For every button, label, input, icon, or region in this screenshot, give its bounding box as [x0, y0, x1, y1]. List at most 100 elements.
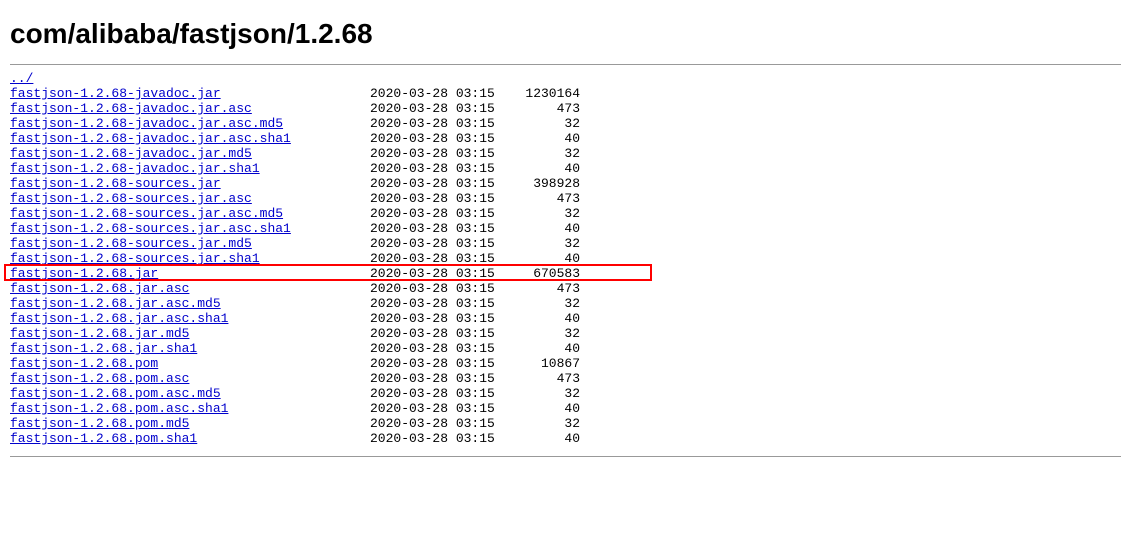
file-link[interactable]: fastjson-1.2.68.pom [10, 356, 158, 371]
file-date: 2020-03-28 03:15 [370, 311, 510, 326]
file-date: 2020-03-28 03:15 [370, 281, 510, 296]
page-title: com/alibaba/fastjson/1.2.68 [10, 18, 1121, 50]
list-item: fastjson-1.2.68-sources.jar 2020-03-28 03… [10, 176, 1121, 191]
file-date: 2020-03-28 03:15 [370, 116, 510, 131]
list-item: fastjson-1.2.68.pom 2020-03-28 03:1510867 [10, 356, 1121, 371]
file-link[interactable]: fastjson-1.2.68.pom.asc.md5 [10, 386, 221, 401]
file-date: 2020-03-28 03:15 [370, 401, 510, 416]
file-size: 32 [510, 386, 580, 401]
list-item: fastjson-1.2.68-javadoc.jar.sha1 2020-03-… [10, 161, 1121, 176]
file-link[interactable]: fastjson-1.2.68-sources.jar.asc.sha1 [10, 221, 291, 236]
file-date: 2020-03-28 03:15 [370, 86, 510, 101]
file-date: 2020-03-28 03:15 [370, 296, 510, 311]
file-size: 40 [510, 431, 580, 446]
list-item: fastjson-1.2.68.jar.asc.md5 2020-03-28 03… [10, 296, 1121, 311]
file-link[interactable]: fastjson-1.2.68-javadoc.jar.asc.sha1 [10, 131, 291, 146]
file-link[interactable]: fastjson-1.2.68-javadoc.jar.asc.md5 [10, 116, 283, 131]
list-item: fastjson-1.2.68-javadoc.jar.md5 2020-03-2… [10, 146, 1121, 161]
file-date: 2020-03-28 03:15 [370, 206, 510, 221]
list-item: fastjson-1.2.68-javadoc.jar.asc.sha1 2020… [10, 131, 1121, 146]
file-size: 473 [510, 191, 580, 206]
file-size: 32 [510, 296, 580, 311]
file-date: 2020-03-28 03:15 [370, 431, 510, 446]
file-size: 1230164 [510, 86, 580, 101]
file-link[interactable]: fastjson-1.2.68-sources.jar.asc [10, 191, 252, 206]
file-link[interactable]: fastjson-1.2.68-sources.jar.md5 [10, 236, 252, 251]
file-size: 32 [510, 236, 580, 251]
file-size: 40 [510, 401, 580, 416]
list-item: fastjson-1.2.68-sources.jar.sha1 2020-03-… [10, 251, 1121, 266]
file-size: 398928 [510, 176, 580, 191]
file-link[interactable]: fastjson-1.2.68-sources.jar.asc.md5 [10, 206, 283, 221]
file-date: 2020-03-28 03:15 [370, 356, 510, 371]
directory-listing: ../fastjson-1.2.68-javadoc.jar 2020-03-28… [10, 71, 1121, 446]
file-size: 32 [510, 116, 580, 131]
divider-top [10, 64, 1121, 65]
file-link[interactable]: fastjson-1.2.68.jar.asc.md5 [10, 296, 221, 311]
list-item: fastjson-1.2.68.jar.sha1 2020-03-28 03:15… [10, 341, 1121, 356]
file-size: 32 [510, 146, 580, 161]
file-size: 40 [510, 311, 580, 326]
list-item: fastjson-1.2.68.jar 2020-03-28 03:1567058… [10, 266, 1121, 281]
list-item: fastjson-1.2.68-javadoc.jar.asc.md5 2020-… [10, 116, 1121, 131]
file-link[interactable]: fastjson-1.2.68.jar.asc.sha1 [10, 311, 228, 326]
file-link[interactable]: fastjson-1.2.68-sources.jar.sha1 [10, 251, 260, 266]
file-link[interactable]: fastjson-1.2.68-sources.jar [10, 176, 221, 191]
file-link[interactable]: fastjson-1.2.68.pom.asc [10, 371, 189, 386]
file-size: 40 [510, 131, 580, 146]
file-size: 40 [510, 251, 580, 266]
list-item: fastjson-1.2.68.pom.asc.sha1 2020-03-28 0… [10, 401, 1121, 416]
file-size: 32 [510, 326, 580, 341]
file-link[interactable]: fastjson-1.2.68.pom.asc.sha1 [10, 401, 228, 416]
file-size: 40 [510, 221, 580, 236]
file-size: 473 [510, 281, 580, 296]
file-date: 2020-03-28 03:15 [370, 221, 510, 236]
list-item: fastjson-1.2.68.pom.md5 2020-03-28 03:153… [10, 416, 1121, 431]
file-date: 2020-03-28 03:15 [370, 341, 510, 356]
file-size: 32 [510, 416, 580, 431]
file-link[interactable]: fastjson-1.2.68.pom.sha1 [10, 431, 197, 446]
file-size: 473 [510, 101, 580, 116]
file-link[interactable]: fastjson-1.2.68.pom.md5 [10, 416, 189, 431]
file-link[interactable]: fastjson-1.2.68-javadoc.jar.md5 [10, 146, 252, 161]
file-size: 40 [510, 161, 580, 176]
list-item: fastjson-1.2.68.jar.md5 2020-03-28 03:153… [10, 326, 1121, 341]
file-date: 2020-03-28 03:15 [370, 416, 510, 431]
file-size: 40 [510, 341, 580, 356]
list-item: fastjson-1.2.68.jar.asc 2020-03-28 03:154… [10, 281, 1121, 296]
file-date: 2020-03-28 03:15 [370, 146, 510, 161]
divider-bottom [10, 456, 1121, 457]
file-date: 2020-03-28 03:15 [370, 326, 510, 341]
parent-dir-link[interactable]: ../ [10, 71, 33, 86]
file-link[interactable]: fastjson-1.2.68-javadoc.jar [10, 86, 221, 101]
file-link[interactable]: fastjson-1.2.68.jar.md5 [10, 326, 189, 341]
file-size: 32 [510, 206, 580, 221]
file-date: 2020-03-28 03:15 [370, 101, 510, 116]
file-date: 2020-03-28 03:15 [370, 266, 510, 281]
file-link[interactable]: fastjson-1.2.68.jar.asc [10, 281, 189, 296]
list-item: fastjson-1.2.68-sources.jar.asc.md5 2020-… [10, 206, 1121, 221]
list-item: fastjson-1.2.68.pom.asc.md5 2020-03-28 03… [10, 386, 1121, 401]
list-item: fastjson-1.2.68-sources.jar.asc 2020-03-2… [10, 191, 1121, 206]
file-date: 2020-03-28 03:15 [370, 131, 510, 146]
file-date: 2020-03-28 03:15 [370, 176, 510, 191]
list-item: fastjson-1.2.68-sources.jar.md5 2020-03-2… [10, 236, 1121, 251]
file-date: 2020-03-28 03:15 [370, 371, 510, 386]
file-size: 473 [510, 371, 580, 386]
file-date: 2020-03-28 03:15 [370, 236, 510, 251]
file-size: 10867 [510, 356, 580, 371]
list-item: fastjson-1.2.68.pom.asc 2020-03-28 03:154… [10, 371, 1121, 386]
file-link[interactable]: fastjson-1.2.68-javadoc.jar.asc [10, 101, 252, 116]
list-item: fastjson-1.2.68.pom.sha1 2020-03-28 03:15… [10, 431, 1121, 446]
file-link[interactable]: fastjson-1.2.68.jar.sha1 [10, 341, 197, 356]
list-item: fastjson-1.2.68-javadoc.jar.asc 2020-03-2… [10, 101, 1121, 116]
list-item: fastjson-1.2.68-sources.jar.asc.sha1 2020… [10, 221, 1121, 236]
file-date: 2020-03-28 03:15 [370, 386, 510, 401]
list-item: fastjson-1.2.68-javadoc.jar 2020-03-28 03… [10, 86, 1121, 101]
file-date: 2020-03-28 03:15 [370, 191, 510, 206]
file-size: 670583 [510, 266, 580, 281]
file-date: 2020-03-28 03:15 [370, 161, 510, 176]
file-link[interactable]: fastjson-1.2.68.jar [10, 266, 158, 281]
file-date: 2020-03-28 03:15 [370, 251, 510, 266]
file-link[interactable]: fastjson-1.2.68-javadoc.jar.sha1 [10, 161, 260, 176]
